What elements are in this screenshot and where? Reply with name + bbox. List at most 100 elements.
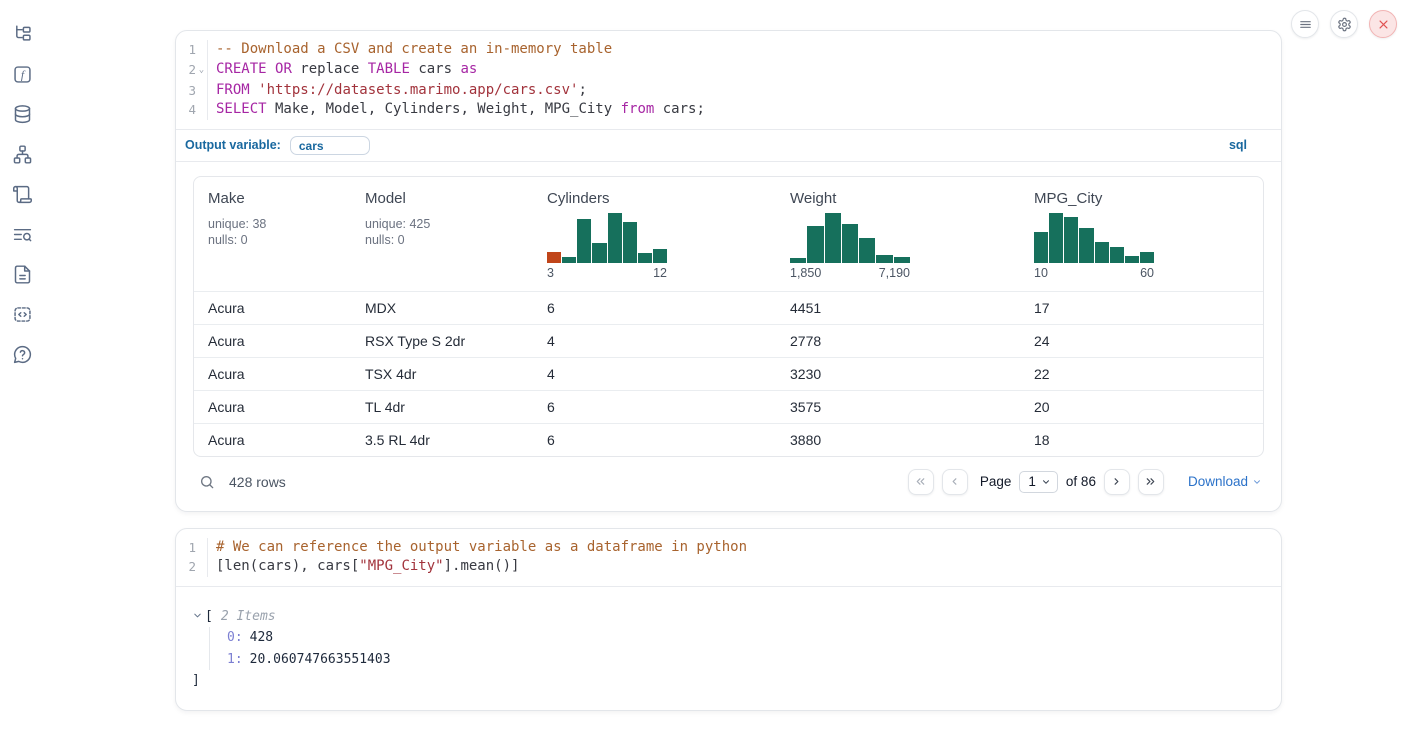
row-count: 428 rows	[229, 474, 286, 490]
axis-max-label: 7,190	[879, 266, 910, 280]
fold-slot	[196, 81, 207, 101]
search-icon[interactable]	[199, 474, 215, 490]
notebook: 1 -- Download a CSV and create an in-memo…	[175, 30, 1282, 727]
axis-max-label: 60	[1140, 266, 1154, 280]
code-token: ].mean()]	[444, 558, 520, 574]
previous-page-button[interactable]	[942, 469, 968, 495]
items-count-label: 2 Items	[221, 606, 276, 628]
line-number: 1	[188, 538, 196, 558]
table-cell: MDX	[365, 300, 547, 316]
code-token	[267, 61, 275, 77]
histogram-bar	[1125, 256, 1139, 263]
table-row[interactable]: Acura3.5 RL 4dr6388018	[194, 423, 1263, 456]
fold-chevron-icon[interactable]: ⌄	[196, 60, 207, 81]
page-number-value: 1	[1028, 474, 1036, 489]
column-header-model[interactable]: Model unique: 425nulls: 0	[365, 190, 547, 280]
histogram-bar	[638, 253, 652, 263]
line-number: 1	[188, 40, 196, 60]
sidebar-button-dependency-graph[interactable]	[9, 141, 35, 167]
code-token: cars;	[654, 101, 705, 117]
page-total-label: of 86	[1066, 474, 1096, 489]
column-histogram: 1060	[1034, 213, 1154, 280]
sidebar-button-variables[interactable]: f	[9, 61, 35, 87]
histogram-bar	[1034, 232, 1048, 263]
table-cell: 3575	[790, 399, 1034, 415]
first-page-button[interactable]	[908, 469, 934, 495]
sidebar-panel: f	[9, 21, 35, 367]
table-row[interactable]: AcuraTSX 4dr4323022	[194, 357, 1263, 390]
chevron-down-icon	[1252, 477, 1262, 487]
sql-code-editor[interactable]: 1 -- Download a CSV and create an in-memo…	[176, 31, 1281, 129]
dependency-graph-icon	[12, 144, 33, 165]
table-cell: 3880	[790, 432, 1034, 448]
settings-button[interactable]	[1330, 10, 1358, 38]
last-page-button[interactable]	[1138, 469, 1164, 495]
code-text: [len(cars), cars["MPG_City"].mean()]	[207, 557, 519, 577]
menu-button[interactable]	[1291, 10, 1319, 38]
table-cell: 4451	[790, 300, 1034, 316]
close-button[interactable]	[1369, 10, 1397, 38]
column-stats: unique: 38nulls: 0	[208, 216, 365, 249]
table-cell: Acura	[208, 333, 365, 349]
table-cell: Acura	[208, 300, 365, 316]
table-row[interactable]: AcuraMDX6445117	[194, 291, 1263, 324]
table-row[interactable]: AcuraTL 4dr6357520	[194, 390, 1263, 423]
sidebar-button-logs[interactable]	[9, 221, 35, 247]
sidebar-button-documentation[interactable]	[9, 261, 35, 287]
histogram-axis-labels: 312	[547, 266, 667, 280]
close-icon	[1376, 17, 1391, 32]
table-cell: 4	[547, 333, 790, 349]
code-text: SELECT Make, Model, Cylinders, Weight, M…	[207, 100, 705, 120]
sidebar-button-help[interactable]	[9, 341, 35, 367]
histogram-bars	[790, 213, 910, 263]
tree-entry: 0: 428	[227, 627, 1265, 649]
code-line: 4 SELECT Make, Model, Cylinders, Weight, …	[176, 100, 1281, 120]
page-number-select[interactable]: 1	[1019, 471, 1058, 493]
collapse-chevron-icon[interactable]	[192, 610, 204, 622]
sidebar-button-snippets[interactable]	[9, 301, 35, 327]
histogram-bar	[608, 213, 622, 263]
download-button[interactable]: Download	[1188, 474, 1262, 489]
dataframe-table: Makeunique: 38nulls: 0Modelunique: 425nu…	[193, 176, 1264, 457]
close-bracket: ]	[192, 670, 1265, 692]
line-number: 4	[188, 100, 196, 120]
output-variable-row: Output variable: sql	[176, 129, 1281, 161]
tree-entry-key: 0:	[227, 630, 243, 645]
fold-slot	[196, 40, 207, 60]
column-header-mpg_city[interactable]: MPG_City1060	[1034, 190, 1249, 280]
output-variable-input[interactable]	[290, 136, 370, 155]
column-name: Make	[208, 190, 365, 207]
fold-slot	[196, 557, 207, 577]
column-stat: unique: 425	[365, 216, 547, 233]
fold-slot	[196, 100, 207, 120]
python-code-editor[interactable]: 1# We can reference the output variable …	[176, 529, 1281, 586]
next-page-button[interactable]	[1104, 469, 1130, 495]
code-text: FROM 'https://datasets.marimo.app/cars.c…	[207, 81, 587, 101]
column-histogram: 1,8507,190	[790, 213, 910, 280]
code-token: cars	[410, 61, 461, 77]
code-text: CREATE OR replace TABLE cars as	[207, 60, 477, 81]
histogram-bar	[1110, 247, 1124, 263]
column-header-make[interactable]: Make unique: 38nulls: 0	[208, 190, 365, 280]
table-row[interactable]: AcuraRSX Type S 2dr4277824	[194, 324, 1263, 357]
column-header-weight[interactable]: Weight1,8507,190	[790, 190, 1034, 280]
python-cell: 1# We can reference the output variable …	[175, 528, 1282, 711]
tree-entry-value: 428	[250, 630, 273, 645]
window-controls	[1291, 10, 1397, 38]
table-cell: 24	[1034, 333, 1249, 349]
sidebar-button-scratchpad[interactable]	[9, 181, 35, 207]
sidebar-button-file-tree[interactable]	[9, 21, 35, 47]
histogram-bar	[1064, 217, 1078, 263]
column-stat: nulls: 0	[208, 232, 365, 249]
histogram-bar	[876, 255, 892, 263]
tree-entry-value: 20.060747663551403	[250, 652, 391, 667]
column-header-cylinders[interactable]: Cylinders312	[547, 190, 790, 280]
column-stat: nulls: 0	[365, 232, 547, 249]
language-badge: sql	[1229, 138, 1247, 152]
python-cell-output: [ 2 Items 0:4281:20.060747663551403 ]	[176, 586, 1281, 710]
code-token: -- Download a CSV and create an in-memor…	[216, 41, 612, 57]
column-stat: unique: 38	[208, 216, 365, 233]
column-name: Model	[365, 190, 547, 207]
code-token: as	[460, 61, 477, 77]
sidebar-button-datasources[interactable]	[9, 101, 35, 127]
